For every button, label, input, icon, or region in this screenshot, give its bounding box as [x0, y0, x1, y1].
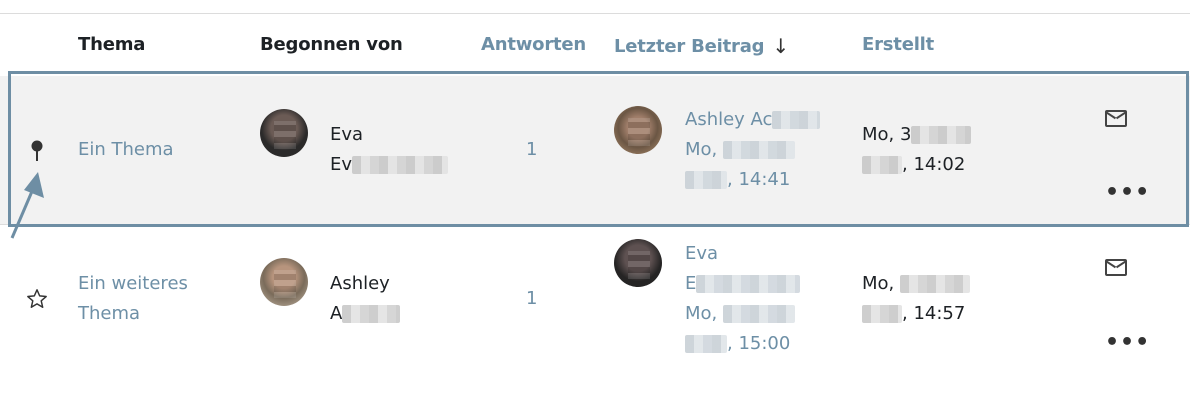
last-post-time: , 15:00 — [727, 333, 791, 354]
last-post-info[interactable]: Eva E Mo, , 15:00 — [685, 239, 801, 359]
avatar[interactable] — [260, 258, 308, 306]
started-by-last-name: A — [330, 303, 343, 324]
more-options-icon[interactable]: ••• — [1105, 182, 1150, 204]
created-time: , 14:57 — [902, 303, 966, 324]
envelope-icon[interactable] — [1105, 259, 1127, 276]
row-divider — [0, 224, 1190, 225]
redacted-text — [723, 305, 795, 323]
started-by-name[interactable]: Ashley A — [330, 269, 401, 329]
redacted-text — [911, 126, 972, 144]
started-by-first-name: Ashley — [330, 273, 390, 294]
avatar[interactable] — [614, 106, 662, 154]
redacted-text — [723, 141, 795, 159]
table-row — [0, 76, 1190, 224]
last-post-author-first[interactable]: Eva — [685, 239, 800, 269]
last-post-time: , 14:41 — [727, 169, 791, 190]
pointer-arrow-icon — [10, 172, 44, 239]
header-erstellt[interactable]: Erstellt — [862, 34, 934, 55]
redacted-text — [342, 305, 401, 323]
last-post-author-last[interactable]: E — [685, 273, 696, 294]
redacted-text — [696, 275, 801, 293]
header-letzter-beitrag-label[interactable]: Letzter Beitrag — [614, 36, 765, 57]
topic-title-line2[interactable]: Thema — [78, 299, 188, 329]
redacted-text — [685, 335, 727, 353]
topic-title-link[interactable]: Ein weiteres Thema — [78, 269, 188, 329]
last-post-date-prefix: Mo, — [685, 303, 718, 324]
redacted-text — [352, 156, 449, 174]
header-begonnen-von[interactable]: Begonnen von — [260, 34, 403, 55]
created-date-prefix: Mo, 3 — [862, 124, 912, 145]
last-post-date-prefix: Mo, — [685, 139, 718, 160]
last-post-info[interactable]: Ashley Ac Mo, , 14:41 — [685, 105, 821, 195]
replies-count[interactable]: 1 — [526, 135, 537, 165]
pin-icon[interactable] — [29, 139, 45, 163]
started-by-last-name: Ev — [330, 154, 353, 175]
created-date: Mo, 3 , 14:02 — [862, 120, 972, 180]
avatar[interactable] — [614, 239, 662, 287]
more-options-icon[interactable]: ••• — [1105, 332, 1150, 354]
envelope-icon[interactable] — [1105, 110, 1127, 127]
replies-count[interactable]: 1 — [526, 284, 537, 314]
top-divider — [0, 13, 1190, 14]
star-icon[interactable] — [26, 288, 48, 310]
started-by-name[interactable]: Eva Ev — [330, 120, 449, 180]
topic-title-link[interactable]: Ein Thema — [78, 135, 174, 165]
last-post-author[interactable]: Ashley Ac — [685, 109, 772, 130]
avatar[interactable] — [260, 109, 308, 157]
created-date: Mo, , 14:57 — [862, 269, 970, 329]
header-thema[interactable]: Thema — [78, 34, 145, 55]
created-date-prefix: Mo, — [862, 273, 895, 294]
started-by-first-name: Eva — [330, 124, 364, 145]
header-letzter-beitrag[interactable]: Letzter Beitrag ↓ — [614, 34, 789, 58]
created-time: , 14:02 — [902, 154, 966, 175]
topic-title-line1[interactable]: Ein weiteres — [78, 269, 188, 299]
sort-desc-icon[interactable]: ↓ — [772, 34, 789, 58]
redacted-text — [862, 305, 902, 323]
redacted-text — [772, 111, 821, 129]
redacted-text — [685, 171, 727, 189]
redacted-text — [900, 275, 970, 293]
redacted-text — [862, 156, 902, 174]
header-antworten[interactable]: Antworten — [481, 34, 586, 55]
